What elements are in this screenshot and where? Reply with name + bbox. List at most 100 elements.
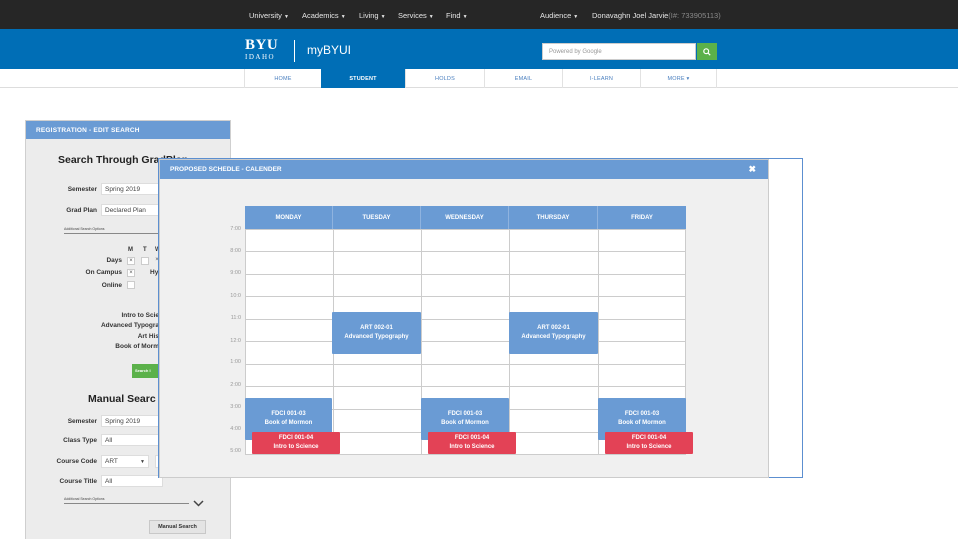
event-title: Book of Mormon bbox=[264, 420, 313, 426]
day-header-tuesday: TUESDAY bbox=[333, 206, 421, 229]
hour-label: 7:00 bbox=[230, 226, 241, 232]
event-code: FDCI 001-04 bbox=[278, 435, 314, 441]
brand-bar: BYU IDAHO myBYUI Powered by Google bbox=[0, 29, 958, 69]
main-menu: HOME STUDENT HOLDS EMAIL I-LEARN MORE ▾ bbox=[0, 69, 958, 88]
modal-title: PROPOSED SCHEDLE - CALENDER bbox=[170, 166, 282, 173]
user-id: (I#: 733905113) bbox=[668, 11, 721, 20]
event-title: Intro to Science bbox=[449, 444, 495, 450]
chevron-down-icon: ▼ bbox=[340, 14, 346, 20]
event-title: Book of Mormon bbox=[441, 420, 489, 426]
day-t-checkbox[interactable] bbox=[141, 257, 149, 265]
course-art-history: Art His bbox=[137, 333, 159, 340]
event-title: Intro to Science bbox=[273, 444, 319, 450]
hour-label: 12:0 bbox=[230, 338, 241, 344]
event-title: Book of Mormon bbox=[618, 420, 666, 426]
nav-label: Audience bbox=[540, 11, 572, 20]
hour-label: 8:00 bbox=[230, 248, 241, 254]
course-book-mormon: Book of Morm bbox=[115, 343, 159, 350]
manual-semester-select[interactable]: Spring 2019 bbox=[101, 415, 163, 427]
menu-home[interactable]: HOME bbox=[244, 69, 321, 88]
nav-label: University bbox=[249, 11, 282, 20]
coursecode-label: Course Code bbox=[56, 458, 97, 465]
manual-additional-options-link[interactable]: Additional Search Options bbox=[64, 497, 104, 501]
event-code: FDCI 001-04 bbox=[631, 435, 667, 441]
day-header-wednesday: WEDNESDAY bbox=[421, 206, 509, 229]
online-checkbox[interactable] bbox=[127, 281, 135, 289]
nav-services[interactable]: Services ▼ bbox=[398, 11, 434, 20]
grid-line bbox=[245, 364, 686, 365]
event-title: Advanced Typography bbox=[521, 334, 586, 340]
semester-label: Semester bbox=[67, 186, 97, 193]
coursetitle-select[interactable]: All bbox=[101, 475, 163, 487]
gradplan-label: Grad Plan bbox=[66, 207, 97, 214]
nav-university[interactable]: University ▼ bbox=[249, 11, 289, 20]
nav-audience[interactable]: Audience ▼ bbox=[540, 11, 578, 20]
event-code: ART 002-01 bbox=[537, 325, 570, 331]
classtype-select[interactable]: All bbox=[101, 434, 163, 446]
coursecode-select[interactable]: ART ▼ bbox=[101, 455, 149, 468]
nav-label: Find bbox=[446, 11, 461, 20]
grid-line bbox=[245, 296, 686, 297]
menu-more[interactable]: MORE ▾ bbox=[640, 69, 717, 88]
chevron-down-icon: ▼ bbox=[573, 14, 579, 20]
grid-line bbox=[245, 251, 686, 252]
app-title[interactable]: myBYUI bbox=[307, 43, 351, 57]
chevron-down-icon: ▼ bbox=[462, 14, 468, 20]
additional-options-link[interactable]: Additional Search Options bbox=[64, 227, 104, 231]
nav-find[interactable]: Find ▼ bbox=[446, 11, 468, 20]
manual-options-divider bbox=[64, 503, 189, 504]
nav-label: Services bbox=[398, 11, 427, 20]
close-icon[interactable]: ✖ bbox=[748, 164, 756, 175]
day-t: T bbox=[143, 247, 147, 253]
chevron-down-icon[interactable] bbox=[193, 500, 204, 507]
chevron-down-icon: ▼ bbox=[140, 459, 145, 465]
day-header-monday: MONDAY bbox=[245, 206, 333, 229]
chevron-down-icon: ▼ bbox=[283, 14, 289, 20]
search-icon bbox=[703, 47, 711, 56]
event-art-tuesday[interactable]: ART 002-01 Advanced Typography bbox=[332, 312, 421, 354]
day-m-checkbox[interactable]: × bbox=[127, 257, 135, 265]
grid-line bbox=[245, 386, 686, 387]
menu-ilearn[interactable]: I-LEARN bbox=[562, 69, 640, 88]
oncampus-checkbox[interactable]: × bbox=[127, 269, 135, 277]
event-fdci004-friday[interactable]: FDCI 001-04 Intro to Science bbox=[605, 432, 693, 454]
menu-student[interactable]: STUDENT bbox=[321, 69, 405, 88]
menu-holds[interactable]: HOLDS bbox=[405, 69, 484, 88]
modal-header: PROPOSED SCHEDLE - CALENDER ✖ bbox=[160, 160, 768, 179]
coursetitle-label: Course Title bbox=[59, 478, 97, 485]
event-fdci004-monday[interactable]: FDCI 001-04 Intro to Science bbox=[252, 432, 340, 454]
hour-label: 3:00 bbox=[230, 404, 241, 410]
grid-line bbox=[245, 274, 686, 275]
chevron-down-icon: ▼ bbox=[428, 14, 434, 20]
event-code: ART 002-01 bbox=[360, 325, 393, 331]
byu-logo[interactable]: BYU bbox=[245, 38, 278, 53]
hour-label: 10:0 bbox=[230, 293, 241, 299]
hour-label: 11:0 bbox=[230, 315, 241, 321]
day-m: M bbox=[128, 247, 133, 253]
top-nav-bar: University ▼ Academics ▼ Living ▼ Services ▼… bbox=[0, 0, 958, 29]
nav-academics[interactable]: Academics ▼ bbox=[302, 11, 346, 20]
course-adv-typography: Advanced Typogra bbox=[100, 322, 159, 329]
nav-living[interactable]: Living ▼ bbox=[359, 11, 386, 20]
manual-search-button[interactable]: Manual Search bbox=[149, 520, 206, 534]
event-fdci004-wednesday[interactable]: FDCI 001-04 Intro to Science bbox=[428, 432, 516, 454]
nav-label: Living bbox=[359, 11, 379, 20]
menu-email[interactable]: EMAIL bbox=[484, 69, 562, 88]
hour-label: 1:00 bbox=[230, 359, 241, 365]
grid-line bbox=[245, 319, 686, 320]
course-intro-science: Intro to Scie bbox=[121, 312, 159, 319]
event-code: FDCI 001-03 bbox=[447, 411, 483, 417]
user-menu[interactable]: Donavaghn Joel Jarvie(I#: 733905113) bbox=[592, 11, 721, 20]
search-gradplan-button[interactable]: Search I bbox=[132, 364, 160, 378]
search-button[interactable] bbox=[697, 43, 717, 60]
event-code: FDCI 001-03 bbox=[624, 411, 660, 417]
panel-header: REGISTRATION - EDIT SEARCH bbox=[26, 121, 230, 139]
search-input[interactable]: Powered by Google bbox=[542, 43, 696, 60]
day-header-friday: FRIDAY bbox=[598, 206, 686, 229]
oncampus-label: On Campus bbox=[85, 269, 122, 276]
event-art-thursday[interactable]: ART 002-01 Advanced Typography bbox=[509, 312, 598, 354]
day-header-thursday: THURSDAY bbox=[509, 206, 598, 229]
manual-search-title: Manual Searc bbox=[88, 393, 156, 405]
classtype-label: Class Type bbox=[63, 437, 97, 444]
hour-label: 4:00 bbox=[230, 426, 241, 432]
